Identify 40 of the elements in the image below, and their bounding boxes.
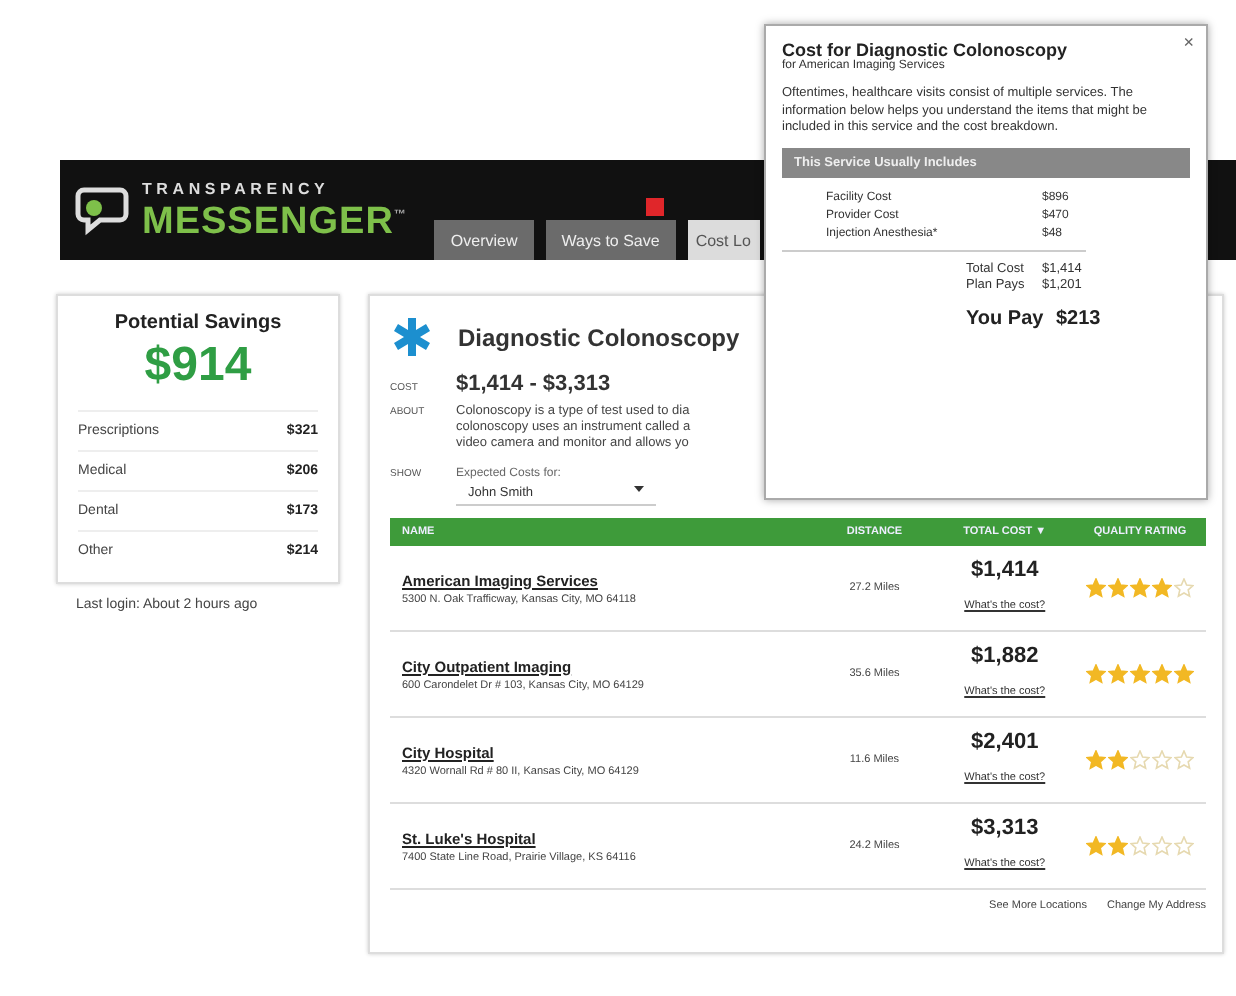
logo-text: MESSENGER$^{™}$ xyxy=(142,198,407,241)
cost-range: $1,414 - $3,313 xyxy=(456,372,611,396)
star-icon xyxy=(1129,578,1150,598)
chat-bubble-icon xyxy=(72,184,132,236)
you-pay-amount: $213 xyxy=(1056,307,1101,329)
star-icon xyxy=(1085,578,1106,598)
star-icon xyxy=(1173,836,1194,856)
star-icon xyxy=(1107,664,1128,684)
star-icon xyxy=(1085,750,1106,770)
star-icon xyxy=(1173,664,1194,684)
panel-title: Potential Savings xyxy=(112,312,284,334)
savings-amount: $914 xyxy=(142,338,254,394)
star-icon xyxy=(1107,578,1128,598)
star-icon xyxy=(1129,750,1150,770)
close-button[interactable]: × xyxy=(1183,32,1194,52)
star-icon xyxy=(1085,836,1106,856)
tab[interactable]: Ways to Save xyxy=(545,220,676,260)
star-icon xyxy=(1129,836,1150,856)
logo-text: TRANSPARENCY xyxy=(142,179,332,198)
caret-icon xyxy=(634,486,644,492)
star-icon xyxy=(1173,750,1194,770)
star-icon xyxy=(1173,578,1194,598)
star-icon xyxy=(1129,664,1150,684)
star-icon xyxy=(1085,664,1106,684)
tab[interactable]: Overview xyxy=(434,220,534,260)
total-cost: $1,882 xyxy=(969,644,1041,668)
total-cost: $2,401 xyxy=(969,730,1041,754)
tab[interactable]: Cost Lo xyxy=(687,220,760,260)
star-icon xyxy=(1151,750,1172,770)
star-icon xyxy=(1151,836,1172,856)
medical-cross-icon xyxy=(390,316,434,360)
you-pay-label: You Pay xyxy=(966,307,1046,329)
star-icon xyxy=(1107,750,1128,770)
star-icon xyxy=(1151,664,1172,684)
popup-title: Cost for Diagnostic Colonoscopy xyxy=(782,40,1070,60)
total-cost: $3,313 xyxy=(969,816,1041,840)
procedure-title: Diagnostic Colonoscopy xyxy=(458,324,740,352)
star-icon xyxy=(1151,578,1172,598)
total-cost: $1,414 xyxy=(969,558,1041,582)
star-icon xyxy=(1107,836,1128,856)
